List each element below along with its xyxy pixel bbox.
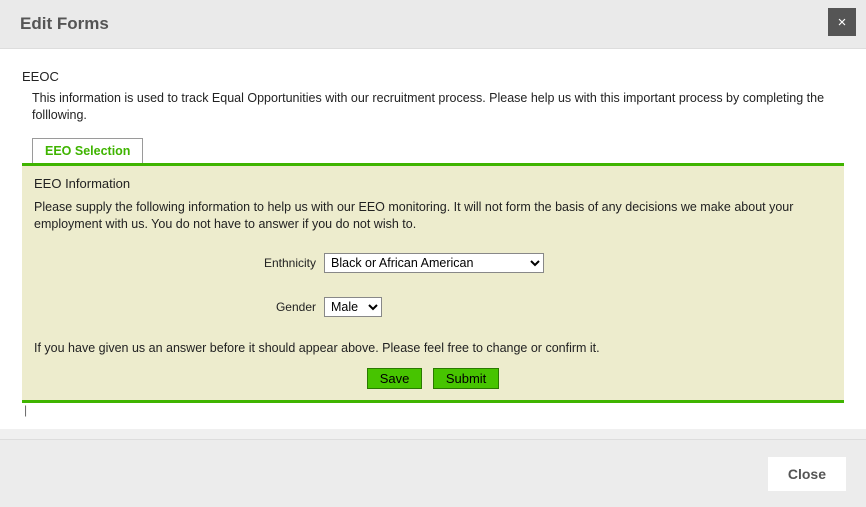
close-button[interactable]: Close <box>768 457 846 491</box>
save-button[interactable]: Save <box>367 368 423 389</box>
dialog-header: Edit Forms × <box>0 0 866 49</box>
ethnicity-field: Enthnicity Black or African American <box>34 253 832 273</box>
tab-eeo-selection[interactable]: EEO Selection <box>32 138 143 163</box>
panel-title: EEO Information <box>34 176 832 191</box>
dialog-title: Edit Forms <box>20 14 846 34</box>
gender-field: Gender Male <box>34 297 832 317</box>
button-row: Save Submit <box>34 365 832 392</box>
gender-select[interactable]: Male <box>324 297 382 317</box>
ethnicity-select[interactable]: Black or African American <box>324 253 544 273</box>
panel-note: If you have given us an answer before it… <box>34 341 832 355</box>
tab-row: EEO Selection <box>32 138 844 163</box>
close-icon[interactable]: × <box>828 8 856 36</box>
panel-description: Please supply the following information … <box>34 199 832 233</box>
gender-label: Gender <box>34 300 324 314</box>
dialog-footer: Close <box>0 439 866 507</box>
ethnicity-label: Enthnicity <box>34 256 324 270</box>
submit-button[interactable]: Submit <box>433 368 499 389</box>
dialog-content: EEOC This information is used to track E… <box>0 49 866 429</box>
section-heading: EEOC <box>22 69 844 84</box>
eeo-panel: EEO Information Please supply the follow… <box>22 166 844 400</box>
section-intro: This information is used to track Equal … <box>32 90 844 124</box>
caret-indicator: | <box>24 403 844 417</box>
